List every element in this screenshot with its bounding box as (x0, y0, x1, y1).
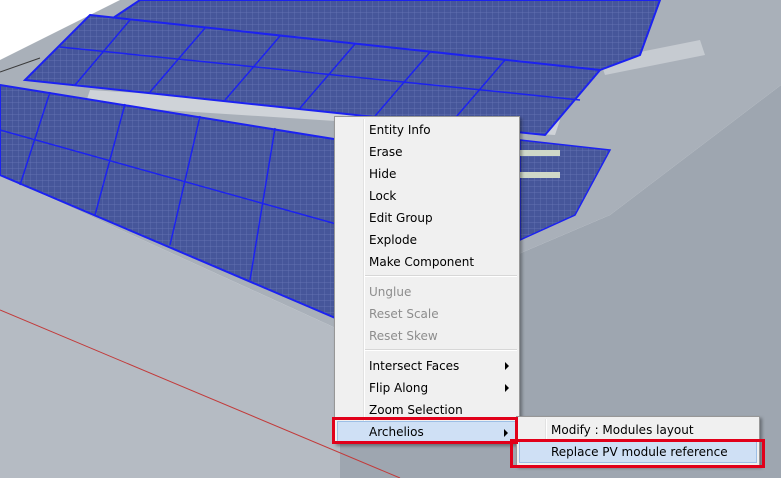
menu-separator (365, 275, 517, 277)
menu-item-label: Make Component (369, 255, 475, 269)
menu-item-label: Entity Info (369, 123, 431, 137)
menu-item-label: Edit Group (369, 211, 433, 225)
menu-item-intersect-faces[interactable]: Intersect Faces (337, 355, 517, 377)
menu-item-label: Intersect Faces (369, 359, 460, 373)
menu-item-unglue: Unglue (337, 281, 517, 303)
menu-item-label: Unglue (369, 285, 412, 299)
menu-item-label: Zoom Selection (369, 403, 463, 417)
menu-item-erase[interactable]: Erase (337, 141, 517, 163)
menu-item-label: Erase (369, 145, 403, 159)
menu-item-label: Hide (369, 167, 397, 181)
menu-item-reset-skew: Reset Skew (337, 325, 517, 347)
menu-item-entity-info[interactable]: Entity Info (337, 119, 517, 141)
highlight-box-replace (510, 439, 765, 468)
submenu-arrow-icon (505, 384, 509, 392)
menu-item-hide[interactable]: Hide (337, 163, 517, 185)
menu-item-label: Lock (369, 189, 397, 203)
menu-separator (365, 349, 517, 351)
menu-item-edit-group[interactable]: Edit Group (337, 207, 517, 229)
menu-item-label: Reset Skew (369, 329, 438, 343)
menu-item-make-component[interactable]: Make Component (337, 251, 517, 273)
menu-item-lock[interactable]: Lock (337, 185, 517, 207)
submenu-arrow-icon (505, 362, 509, 370)
menu-item-label: Explode (369, 233, 417, 247)
menu-item-explode[interactable]: Explode (337, 229, 517, 251)
highlight-box-archelios (332, 417, 518, 444)
submenu-item-modify-modules-layout[interactable]: Modify : Modules layout (519, 419, 757, 441)
menu-item-reset-scale: Reset Scale (337, 303, 517, 325)
menu-item-flip-along[interactable]: Flip Along (337, 377, 517, 399)
submenu-item-label: Modify : Modules layout (551, 423, 694, 437)
menu-item-label: Reset Scale (369, 307, 439, 321)
menu-item-label: Flip Along (369, 381, 429, 395)
context-menu: Entity Info Erase Hide Lock Edit Group Explod… (334, 116, 520, 444)
